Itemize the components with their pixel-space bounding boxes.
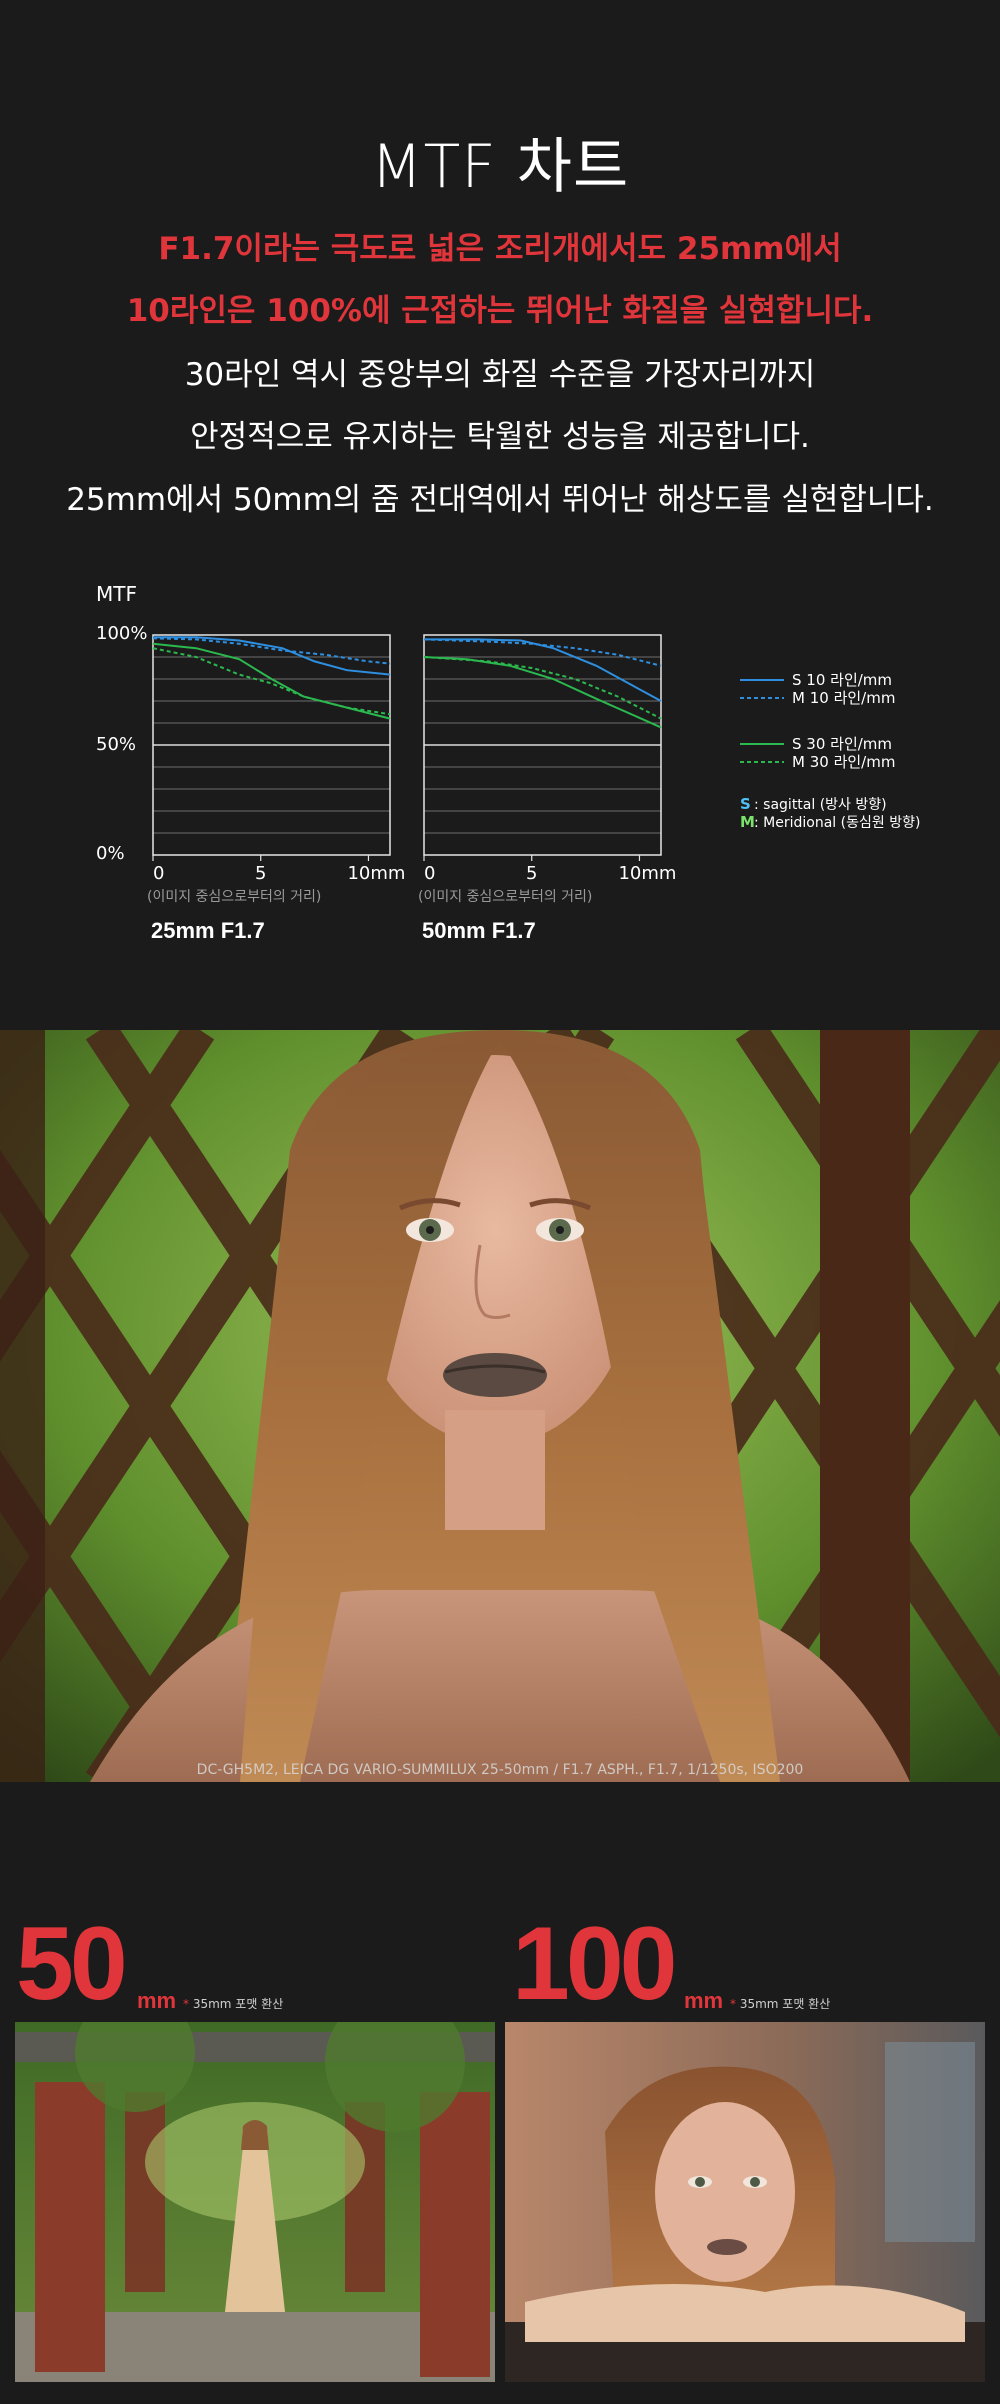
x-tick-label: 5 (526, 863, 537, 884)
lead-line-1: F1.7이라는 극도로 넓은 조리개에서도 25mm에서 (158, 231, 842, 267)
series-line (423, 656, 662, 720)
series-line (423, 656, 662, 729)
series-line (423, 638, 662, 667)
y-tick-label: 0% (96, 843, 125, 864)
series-line (152, 647, 391, 716)
x-tick-label: 10mm (347, 863, 405, 884)
focal-100-number: 100 (512, 1906, 678, 2022)
mtf-chart: MTF 100% 50% 0% 0 5 10mm (이미지 중심으로부터의 거리) 25mm F… (96, 582, 920, 943)
lead-line-4: 안정적으로 유지하는 탁월한 성능을 제공합니다. (190, 419, 810, 455)
lead-line-3: 30라인 역시 중앙부의 화질 수준을 가장자리까지 (184, 357, 816, 393)
focal-100-note: * 35mm 포맷 환산 (730, 1997, 831, 2011)
photo-100mm (505, 2022, 985, 2382)
legend-label: M 10 라인/mm (792, 689, 895, 707)
x-tick-label: 0 (153, 863, 164, 884)
focal-50-number: 50 (16, 1906, 128, 2022)
x-tick-label: 0 (424, 863, 435, 884)
page-title: MTF 차트 (370, 132, 630, 202)
lead-line-2: 10라인은 100%에 근접하는 뛰어난 화질을 실현합니다. (126, 293, 874, 329)
portrait-photo (0, 1030, 1000, 1782)
legend-note-text: : sagittal (방사 방향) (754, 797, 887, 813)
photo-caption: DC-GH5M2, LEICA DG VARIO-SUMMILUX 25-50m… (196, 1762, 804, 1778)
x-axis-label: (이미지 중심으로부터의 거리) (418, 889, 592, 905)
legend-label: M 30 라인/mm (792, 753, 895, 771)
y-tick-label: 100% (96, 623, 147, 644)
legend-note-key: S (740, 795, 751, 813)
chart-label-25mm: 25mm F1.7 (151, 918, 265, 943)
y-axis-label: MTF (96, 582, 137, 606)
focal-50-unit: mm (137, 1988, 177, 2013)
x-tick-label: 10mm (618, 863, 676, 884)
lead-line-5: 25mm에서 50mm의 줌 전대역에서 뛰어난 해상도를 실현합니다. (66, 482, 934, 518)
focal-50-note: * 35mm 포맷 환산 (183, 1997, 284, 2011)
series-line (152, 637, 391, 665)
chart-label-50mm: 50mm F1.7 (422, 918, 536, 943)
photo-50mm (15, 2022, 495, 2382)
legend-note-key: M (740, 813, 755, 831)
x-tick-label: 5 (255, 863, 266, 884)
legend-note-text: : Meridional (동심원 방향) (754, 815, 920, 831)
legend-label: S 10 라인/mm (792, 671, 892, 689)
legend-label: S 30 라인/mm (792, 735, 892, 753)
focal-100-unit: mm (684, 1988, 724, 2013)
x-axis-label: (이미지 중심으로부터의 거리) (147, 889, 321, 905)
y-tick-label: 50% (96, 734, 136, 755)
